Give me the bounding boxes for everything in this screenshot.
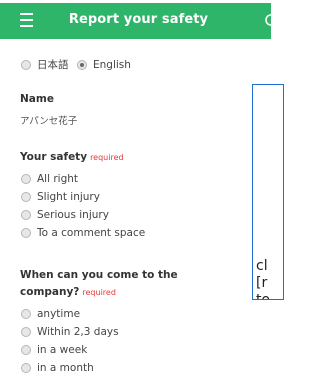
radio-button[interactable] — [21, 363, 31, 373]
company-option-label: anytime — [37, 308, 81, 320]
popup-text: cl [r to — [256, 258, 271, 300]
safety-option-label: Serious injury — [37, 209, 109, 221]
safety-option-label: Slight injury — [37, 191, 100, 203]
company-option[interactable]: anytime — [20, 305, 220, 323]
radio-button[interactable] — [21, 228, 31, 238]
radio-button-selected[interactable] — [77, 60, 87, 70]
safety-option[interactable]: To a comment space — [20, 224, 220, 242]
safety-option-label: All right — [37, 173, 79, 185]
radio-button[interactable] — [21, 309, 31, 319]
language-label-japanese: 日本語 — [37, 59, 69, 71]
company-options: anytime Within 2,3 days in a week in a m… — [20, 305, 220, 377]
company-option[interactable]: in a week — [20, 341, 220, 359]
company-label: company? required — [20, 284, 116, 301]
radio-button[interactable] — [21, 192, 31, 202]
radio-button[interactable] — [21, 210, 31, 220]
name-value: アパンセ花子 — [20, 116, 78, 127]
page-title: Report your safety — [68, 12, 209, 27]
radio-button[interactable] — [21, 60, 31, 70]
popup-panel: cl [r to — [252, 84, 284, 300]
required-badge: required — [90, 153, 124, 162]
safety-option-label: To a comment space — [37, 227, 146, 239]
language-label-english: English — [93, 59, 131, 71]
popup-line: cl — [256, 258, 268, 274]
company-option-label: Within 2,3 days — [37, 326, 119, 338]
company-option[interactable]: in a month — [20, 359, 220, 377]
popup-line: to — [256, 292, 271, 300]
app-header: Report your safety — [0, 3, 277, 39]
radio-button[interactable] — [21, 327, 31, 337]
safety-label: Your safety required — [20, 149, 124, 166]
company-option[interactable]: Within 2,3 days — [20, 323, 220, 341]
company-option-label: in a month — [37, 362, 94, 374]
reload-icon[interactable] — [263, 12, 279, 28]
company-label-line1: When can you come to the — [20, 269, 178, 281]
safety-label-text: Your safety — [20, 151, 88, 163]
company-label-text: company? — [20, 286, 80, 298]
popup-line: [r — [256, 275, 268, 291]
required-badge: required — [82, 288, 116, 297]
language-selector: 日本語 English — [20, 56, 220, 74]
safety-options: All right Slight injury Serious injury T… — [20, 170, 220, 242]
safety-option[interactable]: All right — [20, 170, 220, 188]
safety-option[interactable]: Slight injury — [20, 188, 220, 206]
radio-button[interactable] — [21, 345, 31, 355]
name-label: Name — [20, 93, 54, 105]
radio-button[interactable] — [21, 174, 31, 184]
safety-option[interactable]: Serious injury — [20, 206, 220, 224]
company-option-label: in a week — [37, 344, 88, 356]
